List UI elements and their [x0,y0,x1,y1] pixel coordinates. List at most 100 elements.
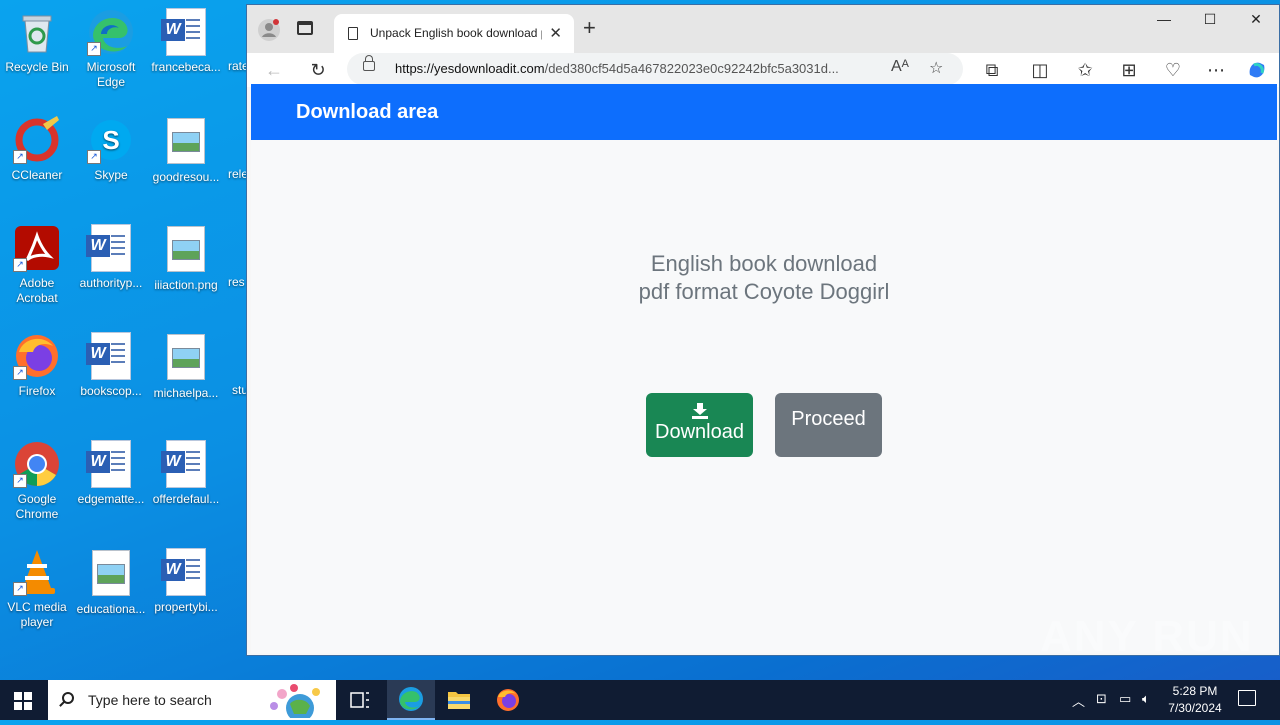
download-button[interactable]: Download [646,393,753,457]
google-chrome-icon[interactable]: ↗ Google Chrome [0,440,74,522]
image-file-graphic [92,550,130,596]
desktop-icon-label: edgematte... [77,492,145,506]
tab-active[interactable]: Unpack English book download pdf format … [334,14,574,53]
word-file-graphic: W [86,224,131,272]
navbar-brand[interactable]: Download area [296,101,438,124]
acrobat-graphic: ↗ [13,224,61,272]
tab-title: Unpack English book download pdf format … [370,26,542,40]
search-placeholder: Type here to search [88,692,212,708]
new-tab-icon[interactable]: + [583,15,596,41]
desktop-icon-label: michaelpa... [153,386,219,400]
split-screen-icon[interactable]: ◫ [1028,58,1052,82]
lock-icon[interactable] [363,55,375,71]
image-file-icon[interactable]: goodresou... [149,116,223,185]
taskbar-clock[interactable]: 5:28 PM 7/30/2024 [1160,683,1230,717]
word-document-icon[interactable]: W propertybi... [149,548,223,615]
vlc-graphic: ↗ [13,548,61,596]
back-icon[interactable]: ← [262,58,286,82]
image-file-graphic [167,118,205,164]
close-tab-icon[interactable]: ✕ [549,24,562,42]
skype-graphic: S ↗ [87,116,135,164]
download-button-label: Download [655,421,744,443]
windows-start-icon[interactable] [14,692,32,710]
notification-center-icon[interactable] [1238,690,1256,706]
download-icon [691,403,708,419]
taskbar-edge-icon[interactable] [387,680,435,720]
tab-actions-icon[interactable] [297,21,313,35]
chrome-graphic: ↗ [13,440,61,488]
image-file-icon[interactable]: michaelpa... [149,332,223,401]
network-icon[interactable]: ▭ [1119,691,1131,707]
desktop-icon-label: educationa... [76,602,146,616]
page-icon [348,27,358,40]
maximize-icon[interactable]: ☐ [1187,11,1233,28]
taskbar-search-box[interactable]: Type here to search [48,680,336,720]
ccleaner-icon[interactable]: ↗ CCleaner [0,116,74,183]
address-toolbar: ← ↻ https://yesdownloadit.com/ded380cf54… [247,53,1279,87]
network-drive-icon[interactable]: ⊡ [1096,691,1107,707]
favorites-icon[interactable]: ✩ [1073,58,1097,82]
read-aloud-icon[interactable]: Aᴬ [891,58,909,76]
copilot-icon[interactable] [1245,58,1269,82]
recycle-bin-graphic [13,8,61,56]
more-options-icon[interactable]: ⋯ [1204,58,1228,82]
volume-icon[interactable]: 🔈︎ [1142,691,1150,707]
extensions-icon[interactable]: ⧉ [980,58,1004,82]
proceed-button[interactable]: Proceed [775,393,882,457]
desktop-icon-label: iiiaction.png [154,278,218,292]
proceed-button-label: Proceed [791,408,866,430]
word-file-graphic: W [161,548,206,596]
anyrun-watermark: ANY RUN [1040,612,1254,661]
taskbar-firefox-icon[interactable] [484,680,532,720]
collections-icon[interactable]: ⊞ [1117,58,1141,82]
firefox-icon[interactable]: ↗ Firefox [0,332,74,399]
adobe-acrobat-icon[interactable]: ↗ Adobe Acrobat [0,224,74,306]
partial-icon-label[interactable]: res [228,275,245,289]
desktop-icon-label: Recycle Bin [5,60,69,74]
desktop-icon-label: goodresou... [152,170,220,184]
taskbar-file-explorer-icon[interactable] [435,680,483,720]
address-bar[interactable]: https://yesdownloadit.com/ded380cf54d5a4… [347,53,963,85]
task-view-icon[interactable] [336,680,384,720]
url-text[interactable]: https://yesdownloadit.com/ded380cf54d5a4… [395,61,877,76]
minimize-icon[interactable]: — [1141,11,1187,27]
tab-bar: Unpack English book download pdf format … [247,5,1279,53]
desktop-icon-label: propertybi... [154,600,218,614]
desktop-icon-label: francebeca... [151,60,221,74]
desktop-icon-label: Microsoft Edge [86,60,136,89]
skype-icon[interactable]: S ↗ Skype [74,116,148,183]
clock-time: 5:28 PM [1172,684,1218,698]
desktop-icon-label: Adobe Acrobat [16,276,58,305]
desktop-icon-label: Skype [94,168,128,182]
desktop-icon-label: Google Chrome [15,492,59,521]
image-file-graphic [167,334,205,380]
browser-essentials-icon[interactable]: ♡ [1161,58,1185,82]
vlc-media-player-icon[interactable]: ↗ VLC media player [0,548,74,630]
close-window-icon[interactable]: ✕ [1233,11,1279,28]
word-file-graphic: W [86,440,131,488]
favorite-star-icon[interactable]: ☆ [929,58,943,78]
profile-icon[interactable] [257,18,281,42]
word-document-icon[interactable]: W bookscop... [74,332,148,399]
word-document-icon[interactable]: W authorityp... [74,224,148,291]
refresh-icon[interactable]: ↻ [306,58,330,82]
word-document-icon[interactable]: W edgematte... [74,440,148,507]
page-navbar: Download area [251,84,1277,140]
browser-window: Unpack English book download pdf format … [246,4,1280,656]
image-file-icon[interactable]: educationa... [74,548,148,617]
desktop-icon-label: offerdefaul... [152,492,220,506]
desktop-icon-label: authorityp... [79,276,143,290]
svg-text:S: S [102,125,119,155]
word-document-icon[interactable]: W francebeca... [149,8,223,75]
search-highlight-icon [270,684,320,718]
show-hidden-icons-icon[interactable]: ︿ [1072,691,1085,710]
partial-icon-label[interactable]: rele [228,167,248,181]
clock-date: 7/30/2024 [1168,701,1222,715]
word-document-icon[interactable]: W offerdefaul... [149,440,223,507]
recycle-bin-icon[interactable]: Recycle Bin [0,8,74,75]
microsoft-edge-icon[interactable]: ↗ Microsoft Edge [74,8,148,90]
page-content: English book download pdf format Coyote … [251,140,1277,653]
image-file-graphic [167,226,205,272]
image-file-icon[interactable]: iiiaction.png [149,224,223,293]
desktop-icon-label: Firefox [18,384,56,398]
